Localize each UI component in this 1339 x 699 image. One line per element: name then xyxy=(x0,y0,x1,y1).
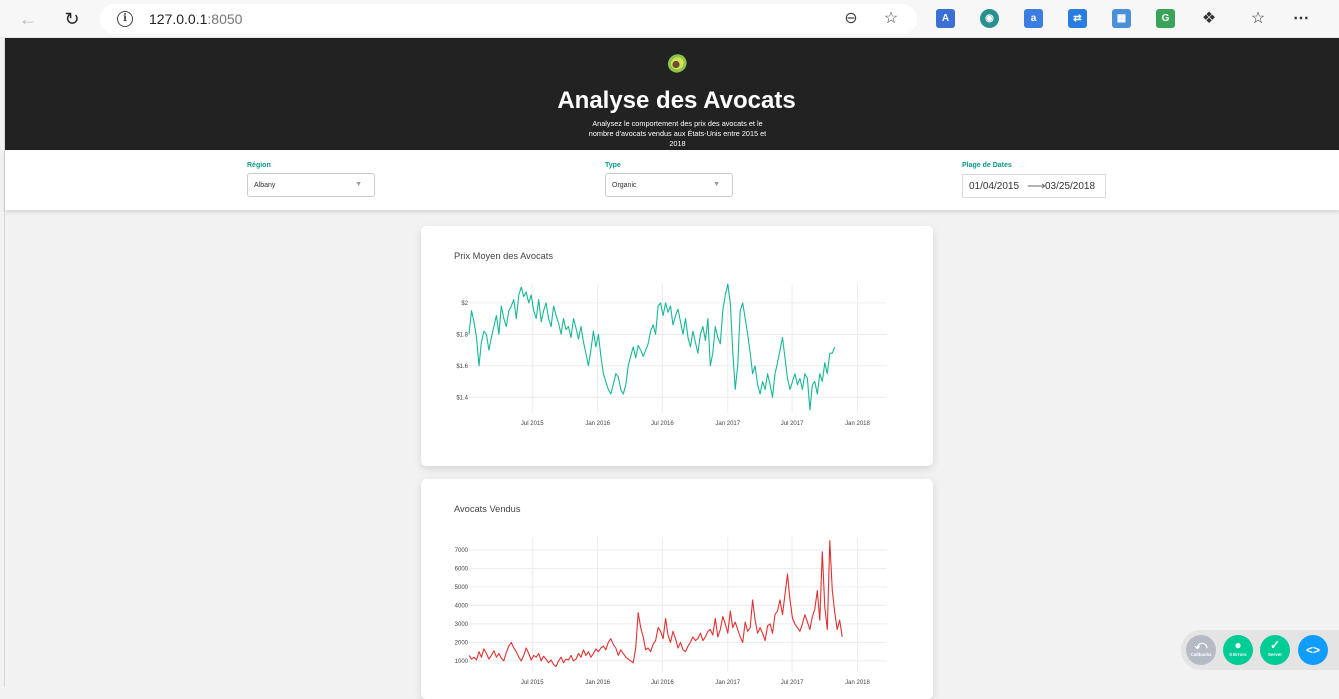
y-tick-label: $1.8 xyxy=(456,332,468,338)
favorite-star-icon[interactable]: ☆ xyxy=(881,9,901,29)
url-port: :8050 xyxy=(207,11,243,27)
dash-debug-menu: ⤺ Callbacks ● 0 Errors ✓ Server <> xyxy=(1181,630,1339,670)
x-tick-label: Jan 2017 xyxy=(715,421,740,427)
region-filter-label: Région xyxy=(247,162,271,169)
reload-icon[interactable]: ↻ xyxy=(59,7,85,31)
x-tick-label: Jan 2017 xyxy=(715,680,740,686)
language-extension-icon[interactable]: a xyxy=(1024,9,1043,28)
y-tick-label: $1.6 xyxy=(456,364,468,370)
end-date-input[interactable]: 03/25/2018 xyxy=(1045,181,1095,192)
y-tick-label: 4000 xyxy=(455,603,469,609)
x-tick-label: Jan 2018 xyxy=(845,680,870,686)
date-arrow-icon: ⟶ xyxy=(1027,178,1046,193)
region-selected-value: Albany xyxy=(254,182,276,189)
callbacks-button[interactable]: ⤺ Callbacks xyxy=(1186,635,1216,665)
google-translate-extension-icon[interactable]: G xyxy=(1156,9,1175,28)
x-tick-label: Jul 2017 xyxy=(781,421,804,427)
region-dropdown[interactable]: Albany ▼ xyxy=(247,173,375,197)
document-extension-icon[interactable]: ▦ xyxy=(1112,9,1131,28)
page-description: Analysez le comportement des prix des av… xyxy=(588,119,767,148)
address-bar[interactable]: i 127.0.0.1:8050 ⊖ ☆ xyxy=(100,4,917,34)
url-host: 127.0.0.1 xyxy=(149,11,208,27)
x-tick-label: Jul 2015 xyxy=(521,680,544,686)
date-filter-label: Plage de Dates xyxy=(962,162,1012,169)
type-selected-value: Organic xyxy=(612,182,637,189)
y-tick-label: 7000 xyxy=(455,548,469,554)
url-text[interactable]: 127.0.0.1:8050 xyxy=(149,11,242,27)
code-brackets-icon: <> xyxy=(1305,643,1320,657)
y-tick-label: 5000 xyxy=(455,585,469,591)
page-title: Analyse des Avocats xyxy=(557,87,796,114)
chevron-down-icon: ▼ xyxy=(713,181,720,188)
y-tick-label: 3000 xyxy=(455,622,469,628)
server-status-button[interactable]: ✓ Server xyxy=(1260,635,1290,665)
favorites-list-icon[interactable]: ☆ xyxy=(1247,8,1269,30)
date-range-picker[interactable]: 01/04/2015 ⟶ 03/25/2018 xyxy=(962,174,1106,198)
share-icon: ⤺ xyxy=(1194,638,1208,652)
more-menu-icon[interactable]: ⋯ xyxy=(1290,8,1312,30)
type-dropdown[interactable]: Organic ▼ xyxy=(605,173,733,197)
translate-extension-icon[interactable]: A xyxy=(936,9,955,28)
errors-button[interactable]: ● 0 Errors xyxy=(1223,635,1253,665)
avocado-logo-icon xyxy=(667,54,687,73)
x-tick-label: Jan 2016 xyxy=(585,421,610,427)
volume-chart-card: Avocats Vendus Jul 2015 Jan 2016 Jul 2016 J… xyxy=(421,479,933,699)
y-tick-label: 2000 xyxy=(455,640,469,646)
errors-label: 0 Errors xyxy=(1229,652,1247,657)
info-icon[interactable]: i xyxy=(117,11,133,27)
zoom-out-icon[interactable]: ⊖ xyxy=(841,9,861,29)
chevron-down-icon: ▼ xyxy=(355,181,362,188)
series-line xyxy=(468,540,843,668)
callbacks-label: Callbacks xyxy=(1190,652,1212,657)
repeat-extension-icon[interactable]: ⇄ xyxy=(1068,9,1087,28)
filter-menu: Région Albany ▼ Type Organic ▼ Plage de … xyxy=(5,150,1339,210)
header: Analyse des Avocats Analysez le comporte… xyxy=(5,38,1339,150)
y-tick-label: $2 xyxy=(461,301,468,307)
check-icon: ✓ xyxy=(1269,638,1281,652)
y-tick-label: $1.4 xyxy=(456,395,468,401)
toggle-debug-button[interactable]: <> xyxy=(1298,635,1328,665)
start-date-input[interactable]: 01/04/2015 xyxy=(969,181,1019,192)
x-tick-label: Jul 2015 xyxy=(521,421,544,427)
y-tick-label: 6000 xyxy=(455,566,469,572)
extensions-puzzle-icon[interactable]: ❖ xyxy=(1198,8,1220,30)
price-chart[interactable]: Jul 2015 Jan 2016 Jul 2016 Jan 2017 Jul 2017… xyxy=(421,226,933,466)
browser-toolbar: ← ↻ i 127.0.0.1:8050 ⊖ ☆ A ◉ a ⇄ ▦ G ❖ ☆… xyxy=(0,0,1339,38)
server-label: Server xyxy=(1267,652,1282,657)
volume-chart[interactable]: Jul 2015 Jan 2016 Jul 2016 Jan 2017 Jul 2017… xyxy=(421,479,933,699)
x-tick-label: Jan 2018 xyxy=(845,421,870,427)
type-filter-label: Type xyxy=(605,162,621,169)
x-tick-label: Jan 2016 xyxy=(585,680,610,686)
x-tick-label: Jul 2016 xyxy=(651,421,674,427)
price-chart-card: Prix Moyen des Avocats Jul 2015 Jan 2016 J… xyxy=(421,226,933,466)
bell-icon: ● xyxy=(1234,638,1242,652)
globe-extension-icon[interactable]: ◉ xyxy=(980,9,999,28)
x-tick-label: Jul 2016 xyxy=(651,680,674,686)
back-arrow-icon[interactable]: ← xyxy=(15,7,41,31)
dash-app: Analyse des Avocats Analysez le comporte… xyxy=(4,38,1339,699)
x-tick-label: Jul 2017 xyxy=(781,680,804,686)
y-tick-label: 1000 xyxy=(455,659,469,665)
